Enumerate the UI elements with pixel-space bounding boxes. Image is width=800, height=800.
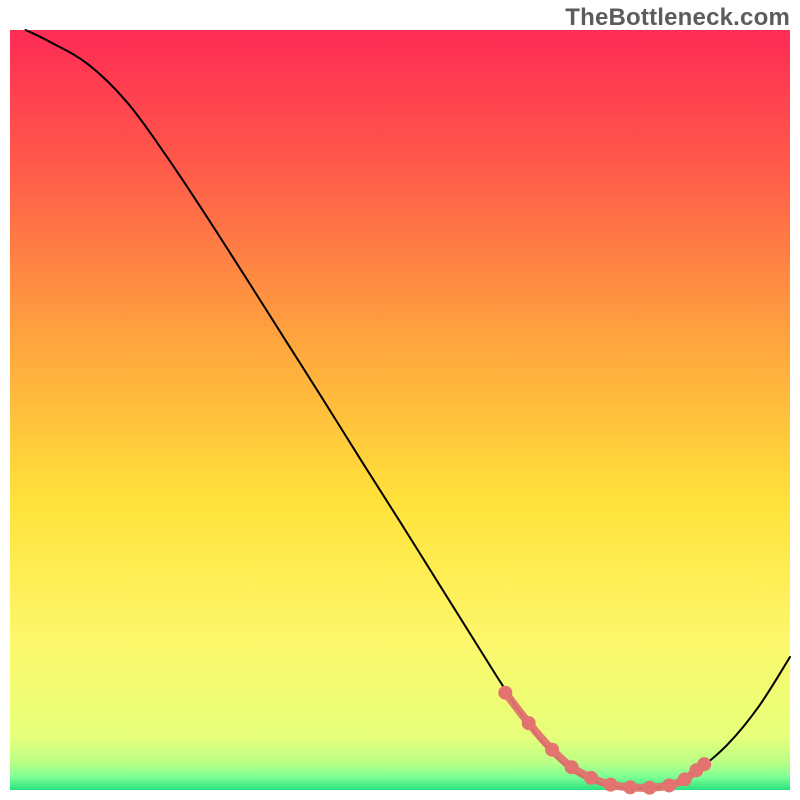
watermark-text: TheBottleneck.com <box>565 4 790 32</box>
bottleneck-chart <box>0 0 800 800</box>
chart-container: TheBottleneck.com <box>0 0 800 800</box>
chart-background <box>10 30 790 790</box>
